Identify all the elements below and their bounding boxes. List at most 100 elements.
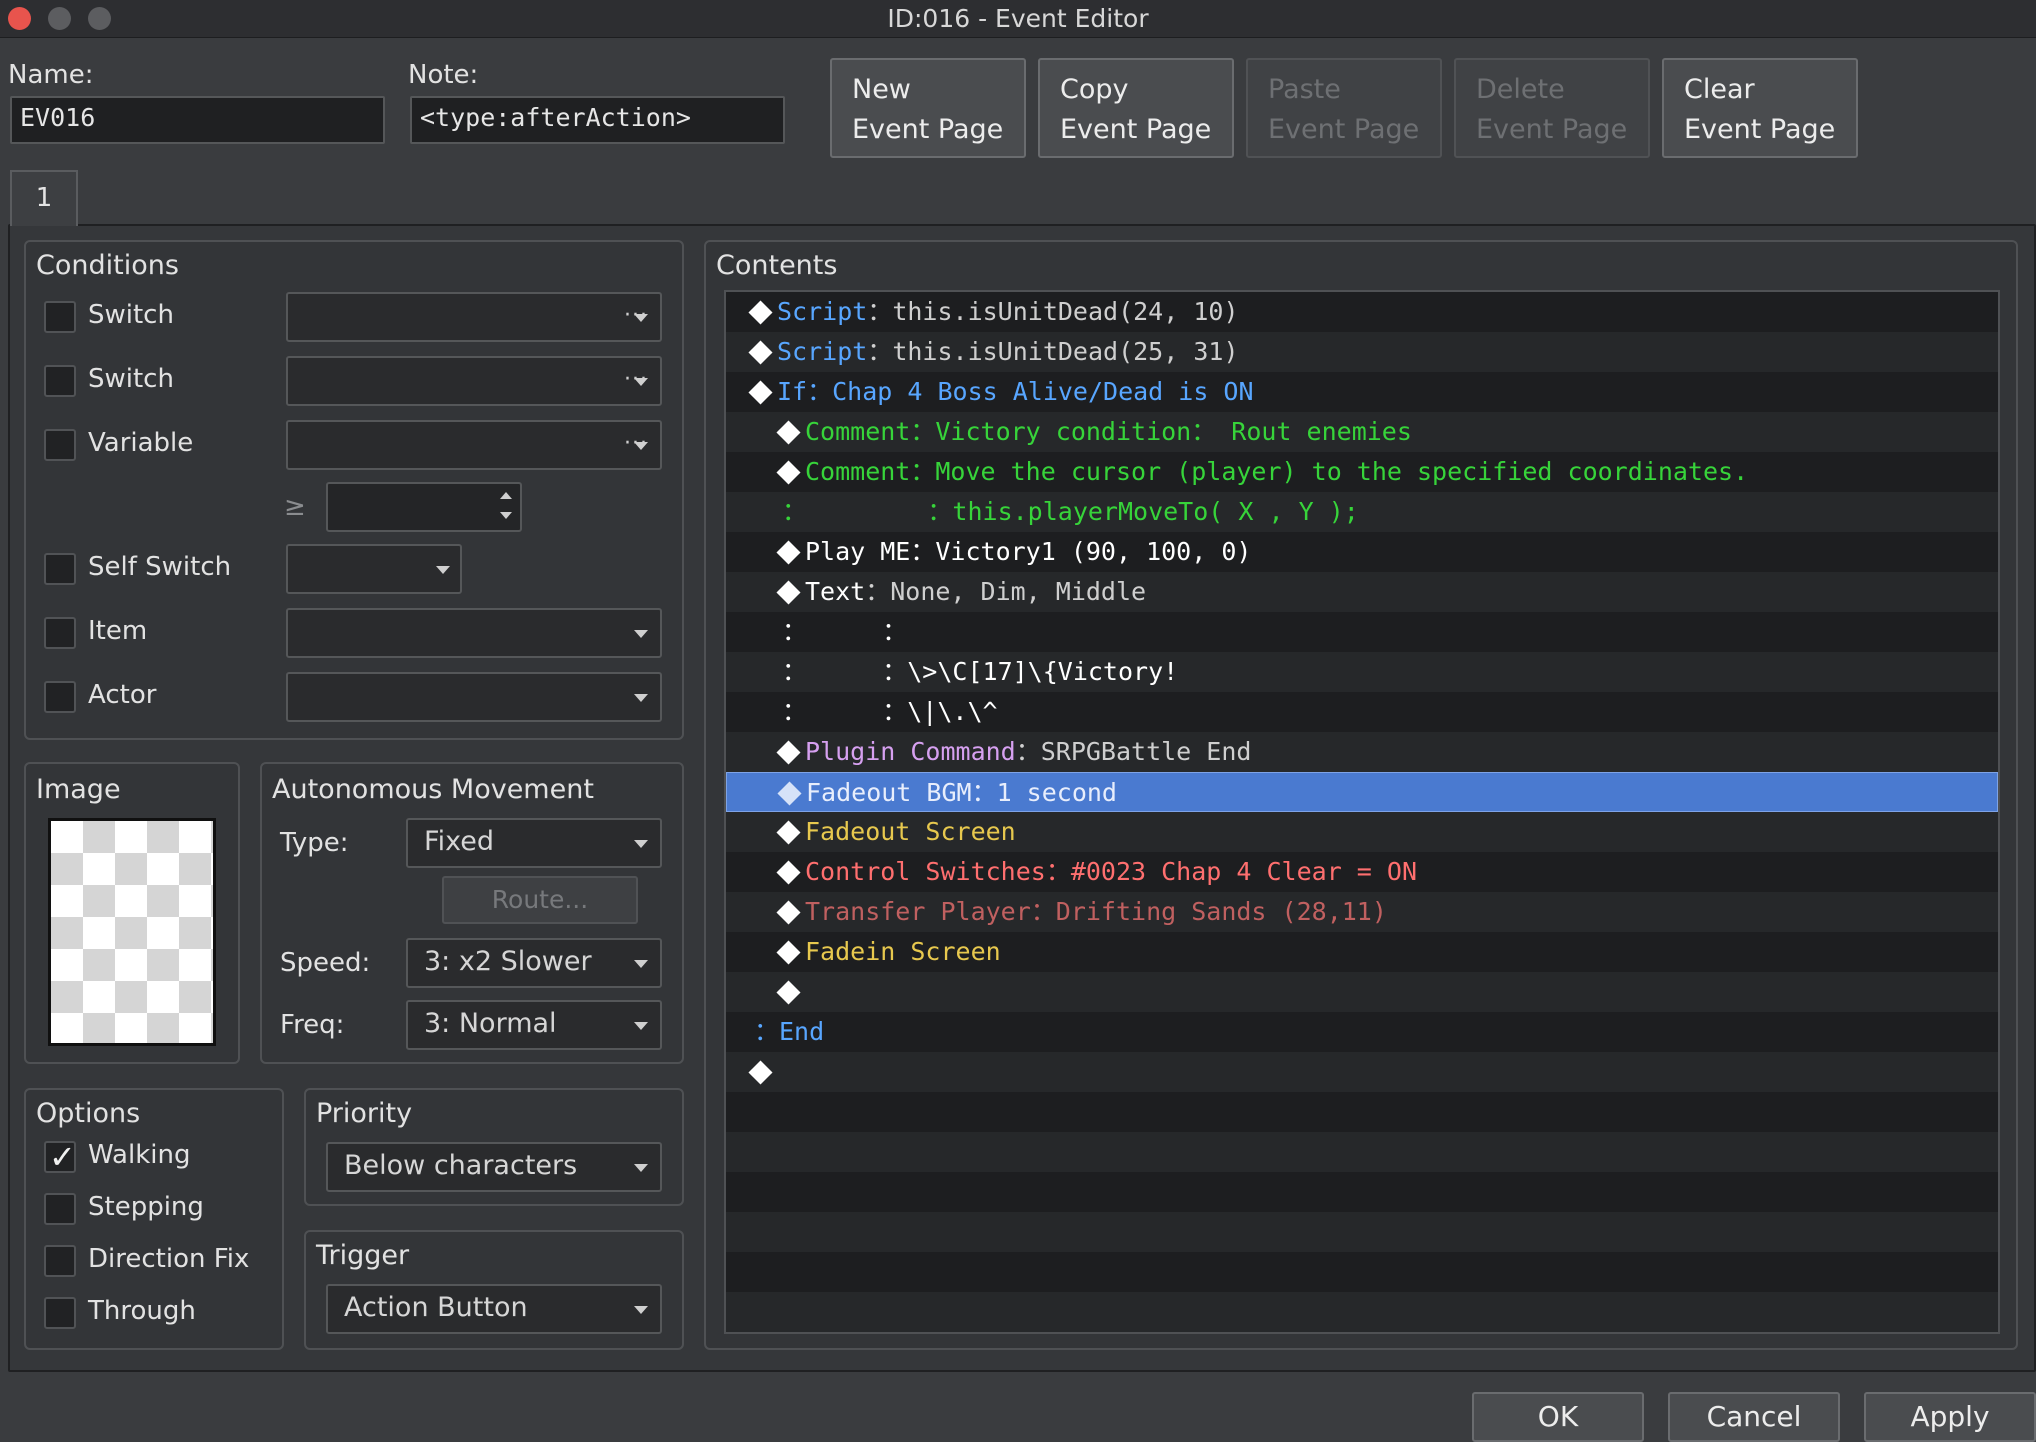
movement-speed-label: Speed: [280,948,371,978]
variable-label: Variable [88,428,194,458]
command-row[interactable]: Fadeout Screen [726,812,1998,852]
command-row[interactable]: ： ：this.playerMoveTo( X , Y ); [726,492,1998,532]
command-text: ： ：\>\C[17]\{Victory! [782,657,1179,686]
direction-fix-checkbox[interactable] [44,1245,76,1277]
empty-row[interactable] [726,1092,1998,1132]
variable-selector[interactable]: ··· [286,420,662,470]
movement-speed-dropdown[interactable]: 3: x2 Slower [406,938,662,988]
command-row[interactable]: Plugin Command：SRPGBattle End [726,732,1998,772]
command-row[interactable]: ： ：\>\C[17]\{Victory! [726,652,1998,692]
command-row[interactable]: ： ：\|\.\^ [726,692,1998,732]
variable-checkbox[interactable] [44,429,76,461]
event-image-preview[interactable] [48,818,216,1046]
movement-type-dropdown[interactable]: Fixed [406,818,662,868]
command-row[interactable]: Comment：Victory condition： Rout enemies [726,412,1998,452]
command-row[interactable]: Play ME：Victory1 (90, 100, 0) [726,532,1998,572]
item-dropdown[interactable] [286,608,662,658]
switch2-selector[interactable]: ··· [286,356,662,406]
walking-label: Walking [88,1140,191,1170]
switch1-checkbox[interactable] [44,301,76,333]
clear-event-page-button[interactable]: Clear Event Page [1662,58,1858,158]
title-bar: ID:016 - Event Editor [0,0,2036,38]
command-text: Fadeout BGM：1 second [806,778,1117,807]
name-input[interactable]: EV016 [10,96,385,144]
command-marker-icon [748,340,773,365]
self-switch-checkbox[interactable] [44,553,76,585]
command-row[interactable]: Script：this.isUnitDead(25, 31) [726,332,1998,372]
variable-value-spinbox[interactable] [326,482,522,532]
command-marker-icon [776,980,801,1005]
command-row[interactable]: Transfer Player：Drifting Sands (28,11) [726,892,1998,932]
command-text: Comment：Victory condition： Rout enemies [805,417,1412,446]
empty-row[interactable] [726,1212,1998,1252]
self-switch-dropdown[interactable] [286,544,462,594]
delete-event-page-button[interactable]: Delete Event Page [1454,58,1650,158]
paste-event-page-button[interactable]: Paste Event Page [1246,58,1442,158]
command-row[interactable]: Fadeout BGM：1 second [726,772,1998,812]
cancel-button[interactable]: Cancel [1668,1392,1840,1442]
command-text: Transfer Player：Drifting Sands (28,11) [805,897,1387,926]
switch2-checkbox[interactable] [44,365,76,397]
conditions-title: Conditions [36,250,179,281]
tab-page-1[interactable]: 1 [10,170,78,226]
maximize-window-button[interactable] [88,7,111,30]
command-row[interactable]: Control Switches：#0023 Chap 4 Clear = ON [726,852,1998,892]
spin-down-icon[interactable] [500,512,512,519]
minimize-window-button[interactable] [48,7,71,30]
event-command-list[interactable]: Script：this.isUnitDead(24, 10) Script：thi… [724,290,2000,1334]
command-row[interactable]: Text：None, Dim, Middle [726,572,1998,612]
command-text: ： ： [782,617,908,646]
spin-up-icon[interactable] [500,492,512,499]
empty-row[interactable] [726,1132,1998,1172]
empty-row[interactable] [726,1252,1998,1292]
command-row[interactable]: Comment：Move the cursor (player) to the … [726,452,1998,492]
command-text: ：this.isUnitDead(25, 31) [867,337,1239,366]
new-event-page-line2: Event Page [852,114,1004,145]
stepping-label: Stepping [88,1192,204,1222]
actor-checkbox[interactable] [44,681,76,713]
through-checkbox[interactable] [44,1297,76,1329]
route-button[interactable]: Route... [442,876,638,924]
note-label: Note: [408,60,479,90]
command-marker-icon [776,420,801,445]
options-title: Options [36,1098,141,1129]
autonomous-movement-title: Autonomous Movement [272,774,594,805]
command-marker-icon [776,860,801,885]
command-text: Text [805,577,866,606]
stepping-checkbox[interactable] [44,1193,76,1225]
item-label: Item [88,616,148,646]
command-row[interactable]: ： ： [726,612,1998,652]
command-row[interactable]: Fadein Screen [726,932,1998,972]
command-text: Control Switches：#0023 Chap 4 Clear = ON [805,857,1417,886]
command-row[interactable]: ：End [726,1012,1998,1052]
command-row[interactable] [726,972,1998,1012]
command-row[interactable] [726,1052,1998,1092]
movement-freq-dropdown[interactable]: 3: Normal [406,1000,662,1050]
close-window-button[interactable] [8,7,31,30]
note-input[interactable]: <type:afterAction> [410,96,785,144]
new-event-page-line1: New [852,74,911,105]
movement-type-label: Type: [280,828,349,858]
command-text: ：End [754,1017,825,1046]
trigger-dropdown[interactable]: Action Button [326,1284,662,1334]
switch2-label: Switch [88,364,174,394]
empty-row[interactable] [726,1292,1998,1332]
actor-dropdown[interactable] [286,672,662,722]
walking-checkbox[interactable] [44,1138,76,1176]
item-checkbox[interactable] [44,617,76,649]
command-row[interactable]: Script：this.isUnitDead(24, 10) [726,292,1998,332]
switch1-selector[interactable]: ··· [286,292,662,342]
priority-dropdown[interactable]: Below characters [326,1142,662,1192]
command-marker-icon [748,300,773,325]
paste-event-page-line2: Event Page [1268,114,1420,145]
ok-button[interactable]: OK [1472,1392,1644,1442]
copy-event-page-button[interactable]: Copy Event Page [1038,58,1234,158]
empty-row[interactable] [726,1172,1998,1212]
contents-title: Contents [716,250,838,281]
command-marker-icon [776,740,801,765]
command-marker-icon [776,580,801,605]
new-event-page-button[interactable]: New Event Page [830,58,1026,158]
apply-button[interactable]: Apply [1864,1392,2036,1442]
command-row[interactable]: If：Chap 4 Boss Alive/Dead is ON [726,372,1998,412]
copy-event-page-line1: Copy [1060,74,1129,105]
